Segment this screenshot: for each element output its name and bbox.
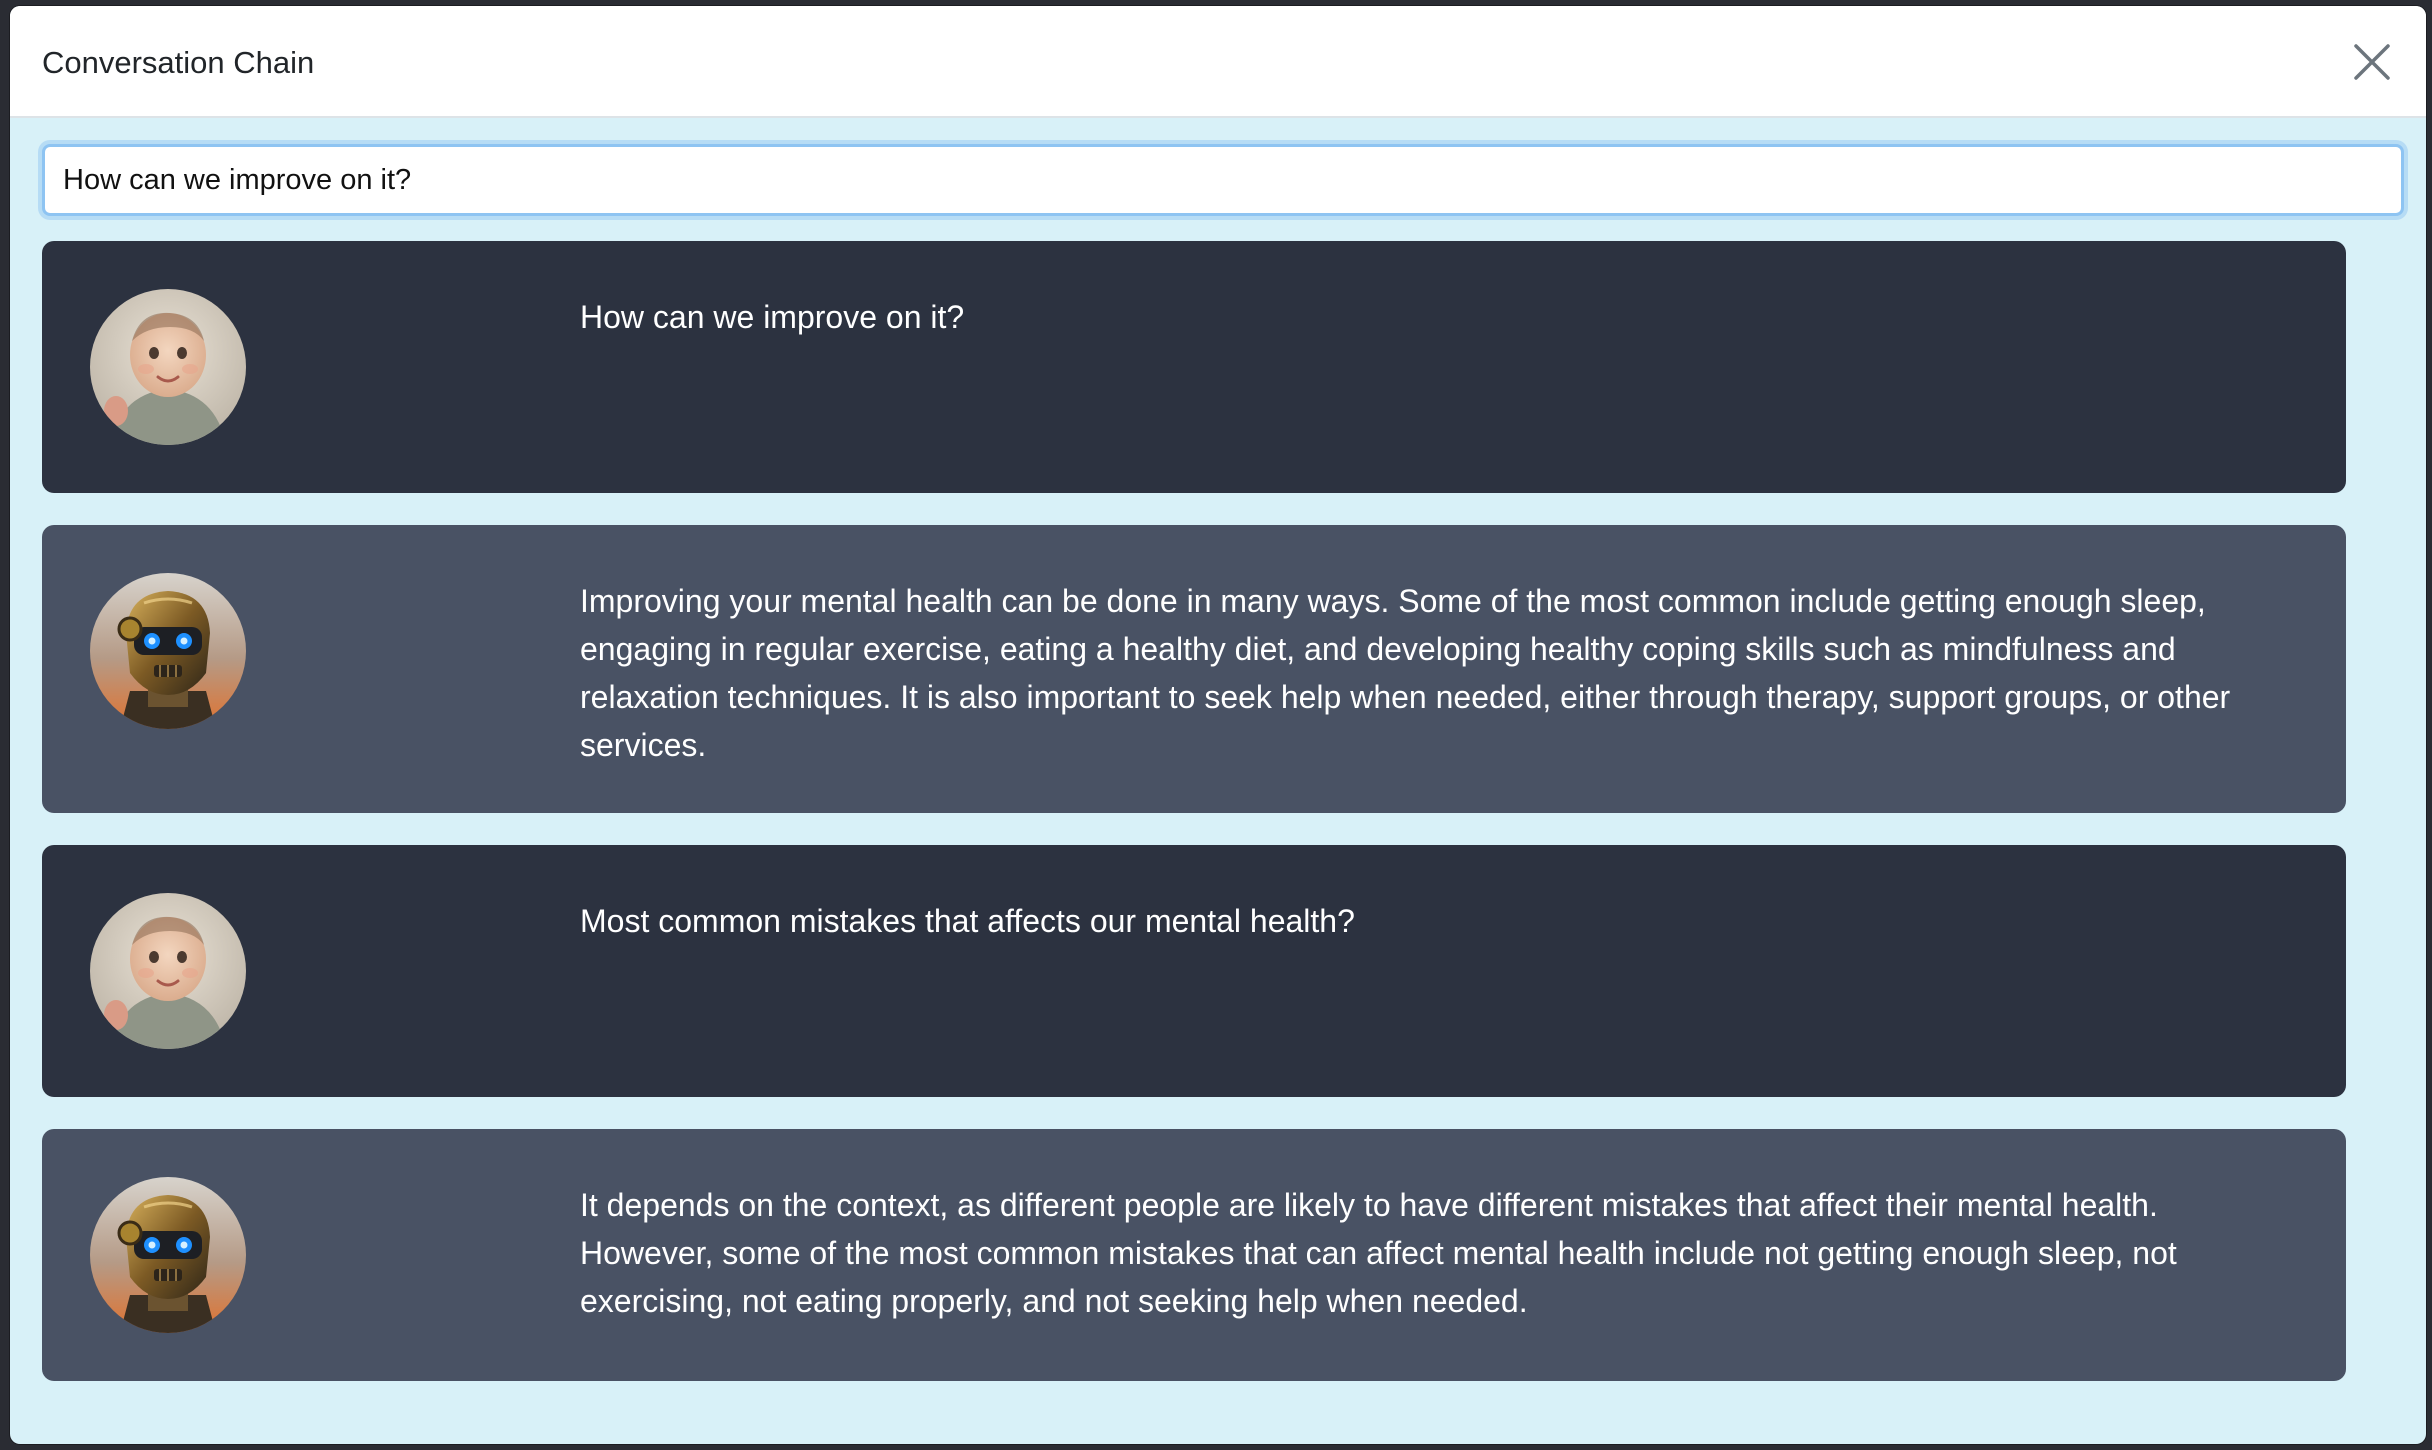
robot-avatar	[90, 573, 246, 729]
conversation-chain-modal: Conversation Chain How can we improve on…	[10, 6, 2426, 1444]
robot-avatar	[90, 1177, 246, 1333]
message-list: How can we improve on it? Improving your…	[42, 241, 2346, 1413]
baby-avatar	[90, 893, 246, 1049]
message-text: How can we improve on it?	[580, 299, 965, 335]
bot-message: Improving your mental health can be done…	[42, 525, 2346, 813]
baby-avatar	[90, 289, 246, 445]
message-text: It depends on the context, as different …	[580, 1187, 2177, 1319]
message-text: Improving your mental health can be done…	[580, 583, 2231, 763]
close-button[interactable]	[2346, 36, 2398, 88]
modal-header: Conversation Chain	[10, 6, 2426, 118]
bot-message: It depends on the context, as different …	[42, 1129, 2346, 1381]
message-text: Most common mistakes that affects our me…	[580, 903, 1355, 939]
modal-title: Conversation Chain	[42, 45, 315, 80]
prompt-input[interactable]	[42, 144, 2404, 216]
close-icon	[2354, 44, 2390, 80]
user-message: Most common mistakes that affects our me…	[42, 845, 2346, 1097]
user-message: How can we improve on it?	[42, 241, 2346, 493]
